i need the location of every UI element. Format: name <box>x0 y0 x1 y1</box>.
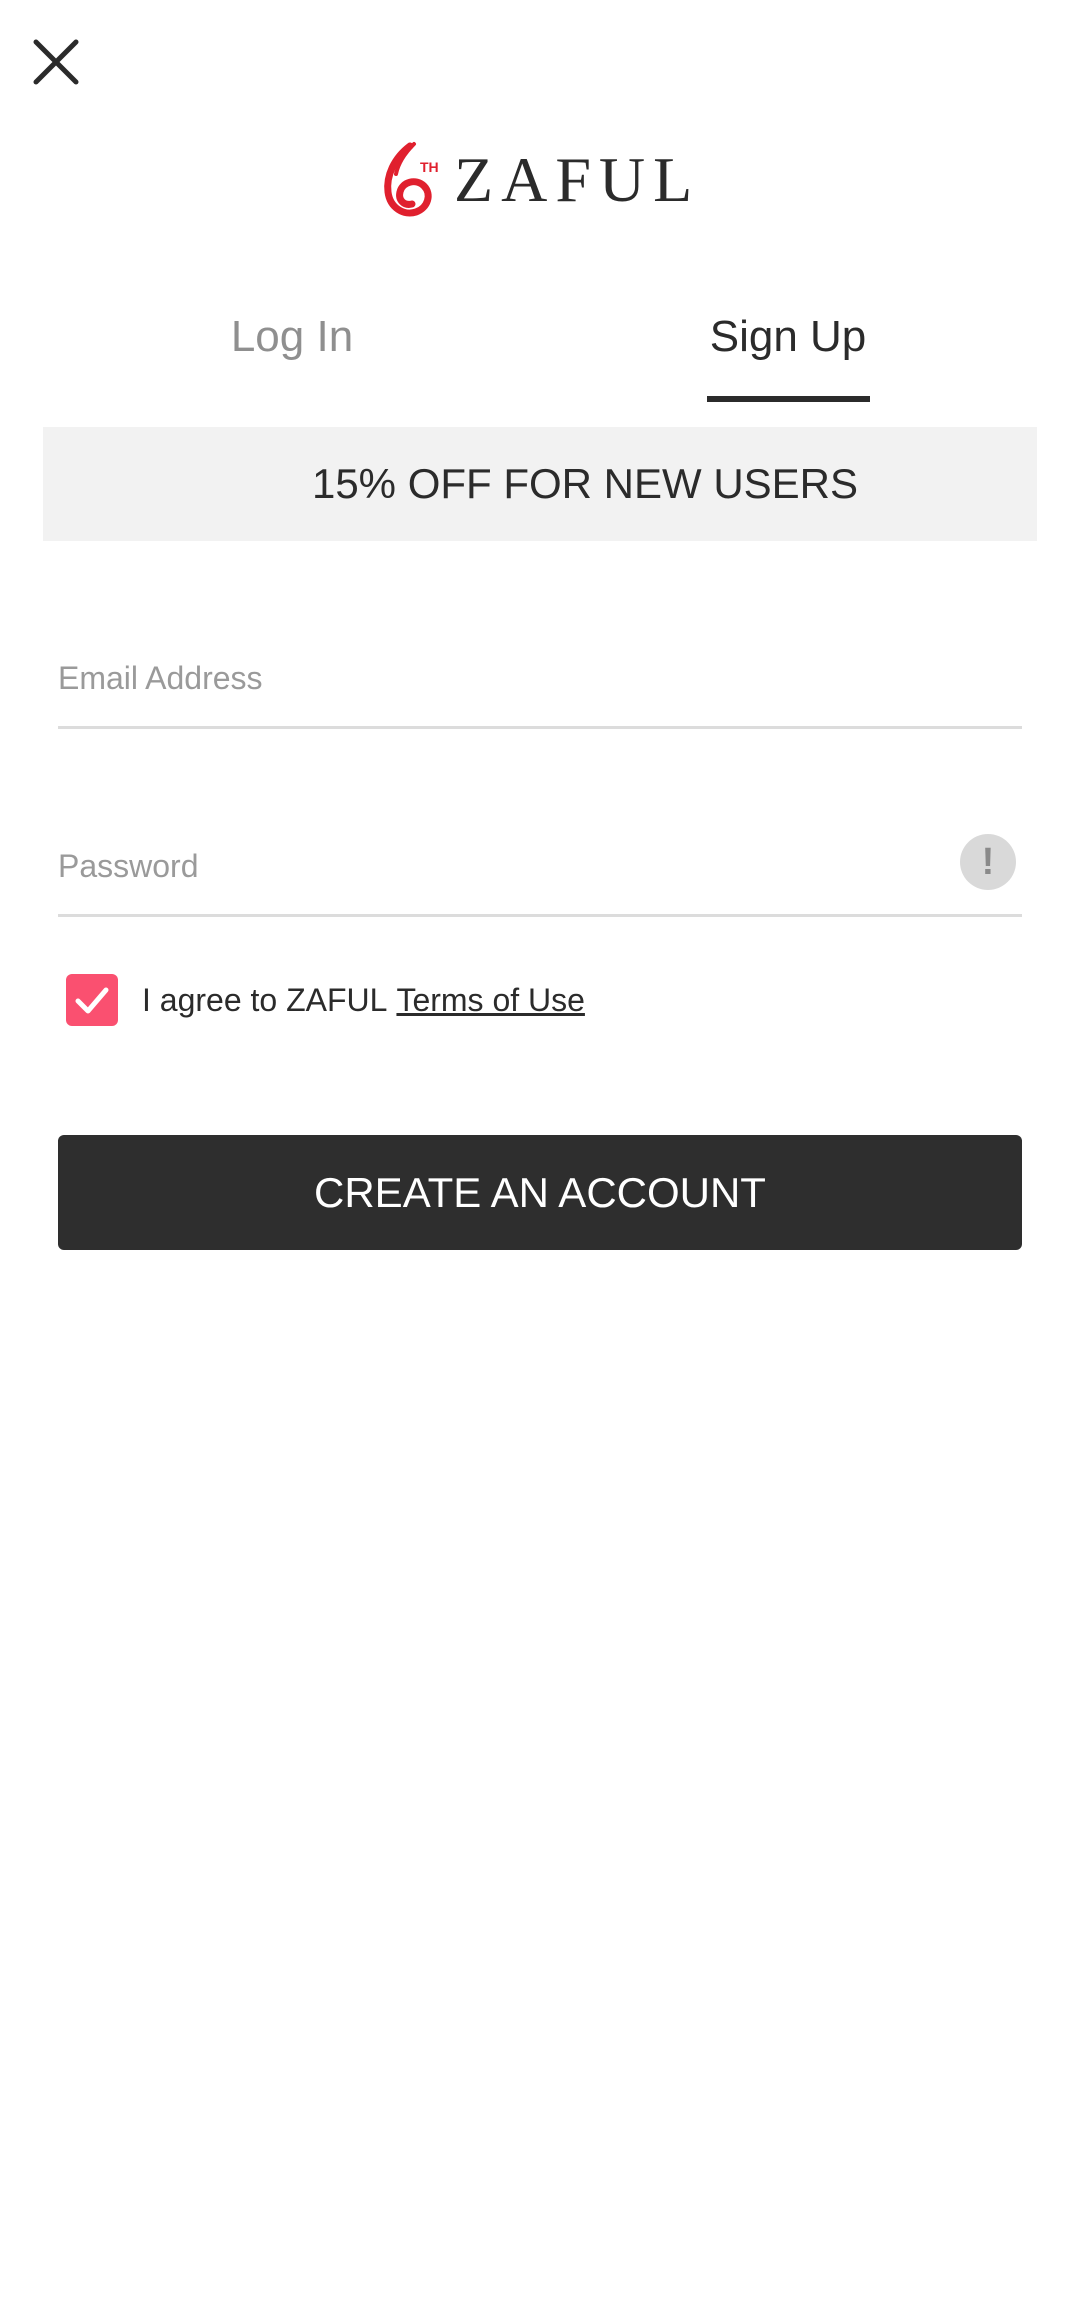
active-tab-indicator <box>707 396 870 402</box>
terms-agreement: I agree to ZAFUL Terms of Use <box>66 972 585 1028</box>
email-field-container <box>58 630 1022 729</box>
brand-logo: TH ZAFUL <box>380 140 710 220</box>
email-field[interactable] <box>58 650 938 706</box>
password-info-icon[interactable]: ! <box>960 834 1016 890</box>
agree-label: I agree to ZAFUL <box>142 981 388 1018</box>
close-button[interactable] <box>26 32 86 92</box>
tab-signup-label: Sign Up <box>709 312 867 361</box>
auth-tabs: Log In Sign Up <box>0 300 1080 404</box>
info-exclamation: ! <box>981 840 995 883</box>
svg-text:TH: TH <box>420 159 439 175</box>
anniversary-logo-icon: TH <box>380 140 442 220</box>
terms-of-use-link[interactable]: Terms of Use <box>396 982 584 1019</box>
promo-text: 15% OFF FOR NEW USERS <box>311 460 859 507</box>
checkmark-icon <box>75 987 109 1014</box>
agree-text: I agree to ZAFUL Terms of Use <box>142 982 585 1019</box>
close-icon <box>33 39 79 85</box>
agree-checkbox[interactable] <box>66 974 118 1026</box>
tab-login[interactable]: Log In <box>150 300 434 412</box>
password-field-container: ! <box>58 818 1022 917</box>
tab-login-label: Log In <box>230 312 354 361</box>
promo-banner: 15% OFF FOR NEW USERS <box>43 427 1037 541</box>
brand-name: ZAFUL <box>454 144 701 215</box>
create-account-label: CREATE AN ACCOUNT <box>314 1168 766 1216</box>
password-field[interactable] <box>58 838 938 894</box>
create-account-button[interactable]: CREATE AN ACCOUNT <box>58 1135 1022 1250</box>
